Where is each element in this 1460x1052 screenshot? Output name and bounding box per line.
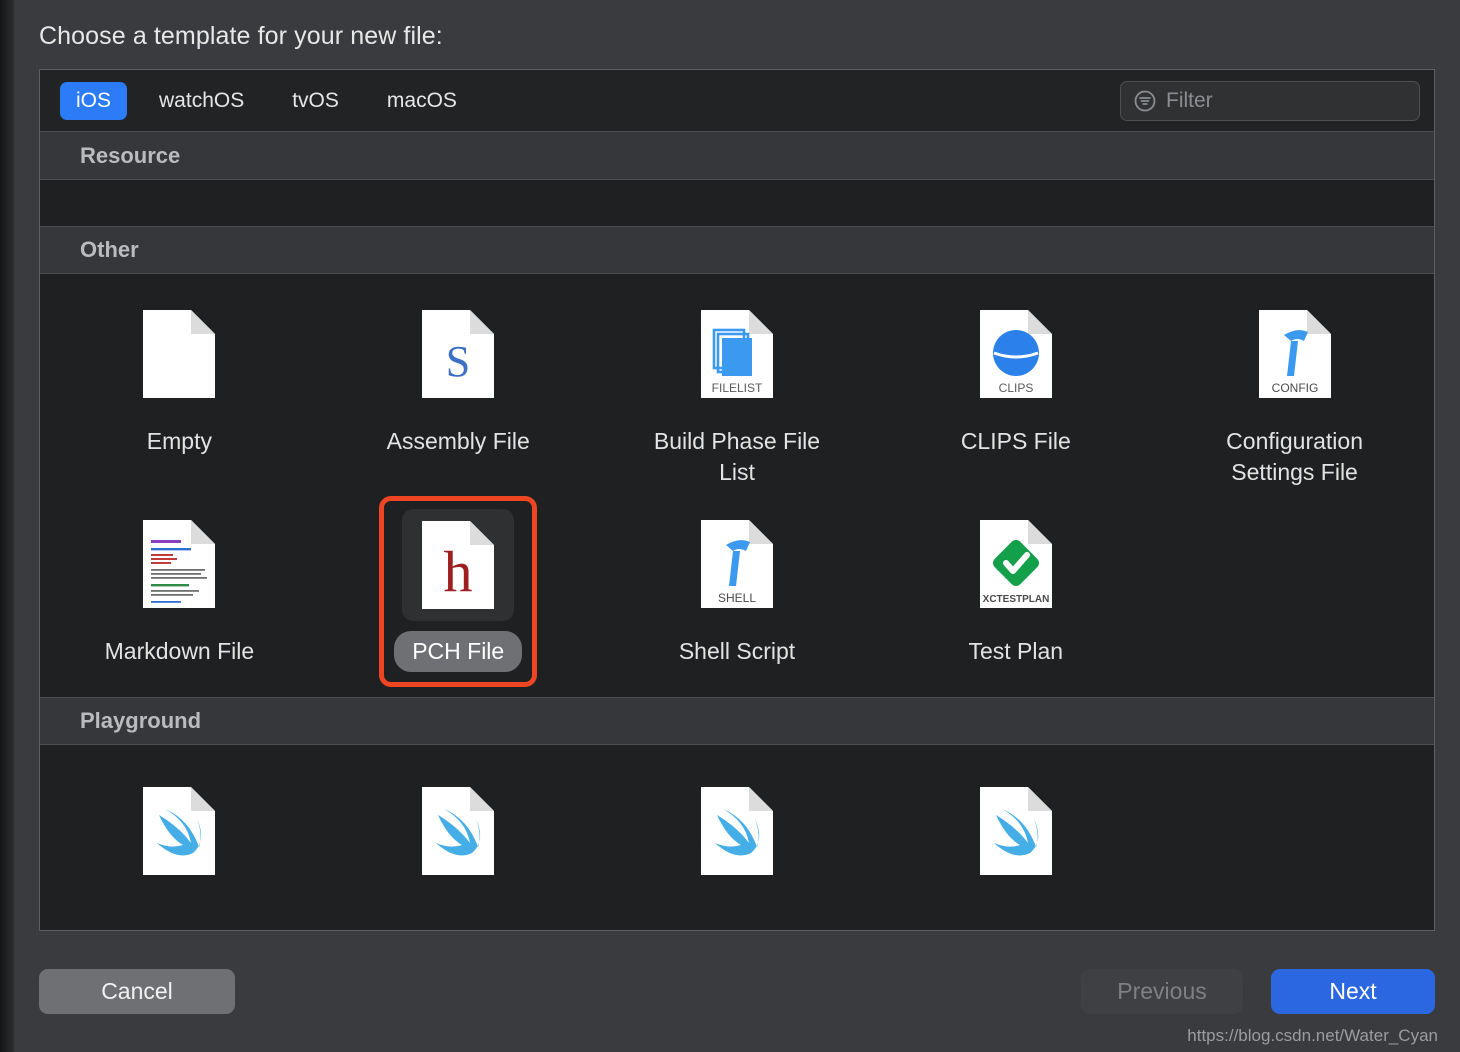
- section-header-playground: Playground: [40, 697, 1434, 746]
- swift-playground-icon: [123, 775, 235, 887]
- section-title: Resource: [80, 142, 181, 168]
- template-item-label: CLIPS File: [960, 428, 1071, 454]
- next-button[interactable]: Next: [1271, 969, 1435, 1014]
- section-resource-content: [40, 180, 1434, 226]
- platform-tab-bar: iOS watchOS tvOS macOS: [40, 70, 1434, 132]
- template-item-shell-script[interactable]: SHELL Shell Script: [598, 502, 877, 687]
- watermark-text: https://blog.csdn.net/Water_Cyan: [1187, 1026, 1438, 1045]
- svg-text:S: S: [446, 337, 470, 386]
- svg-text:CONFIG: CONFIG: [1271, 381, 1318, 395]
- template-grid-spacer: [1155, 502, 1434, 687]
- shell-document-icon: SHELL: [681, 508, 793, 620]
- cancel-button[interactable]: Cancel: [39, 969, 235, 1014]
- section-header-resource: Resource: [40, 132, 1434, 180]
- tab-tvos[interactable]: tvOS: [276, 82, 355, 120]
- template-item-assembly-file[interactable]: S Assembly File: [319, 292, 598, 502]
- svg-text:CLIPS: CLIPS: [998, 381, 1033, 395]
- template-item-label: Shell Script: [678, 638, 796, 665]
- tab-ios-label: iOS: [76, 88, 112, 112]
- template-item-clips-file[interactable]: CLIPS CLIPS File: [876, 292, 1155, 502]
- footer-right-buttons: Previous Next: [1081, 969, 1435, 1014]
- template-panel: iOS watchOS tvOS macOS Filter Resource O…: [39, 69, 1435, 931]
- dialog-footer: Cancel Previous Next https://blog.csdn.n…: [14, 931, 1460, 1052]
- template-item-empty[interactable]: Empty: [40, 292, 319, 502]
- template-list-scroll[interactable]: Resource Other Empty S Assembly File FIL…: [40, 132, 1434, 930]
- template-item-label: PCH File: [394, 631, 523, 673]
- svg-text:FILELIST: FILELIST: [712, 381, 763, 395]
- section-title: Playground: [80, 708, 202, 734]
- template-item-playground-1[interactable]: [40, 769, 319, 917]
- tab-watchos-label: watchOS: [159, 88, 245, 112]
- template-item-label: Test Plan: [968, 638, 1064, 665]
- tab-tvos-label: tvOS: [292, 88, 339, 112]
- tab-macos-label: macOS: [386, 88, 457, 112]
- tab-watchos[interactable]: watchOS: [143, 82, 260, 120]
- window-left-edge: [0, 0, 14, 1052]
- swift-playground-icon: [681, 775, 793, 887]
- testplan-document-icon: XCTESTPLAN: [960, 508, 1072, 620]
- filelist-document-icon: FILELIST: [681, 298, 793, 410]
- filter-field-wrapper[interactable]: [1120, 81, 1420, 121]
- filter-icon: [1133, 89, 1157, 113]
- template-item-label: Configuration Settings File: [1226, 428, 1363, 486]
- markdown-document-icon: [123, 508, 235, 620]
- filter-input[interactable]: [1166, 89, 1406, 113]
- template-item-playground-4[interactable]: [876, 769, 1155, 917]
- blank-document-icon: [123, 298, 235, 410]
- template-item-playground-2[interactable]: [319, 769, 598, 917]
- template-item-configuration-settings-file[interactable]: CONFIG Configuration Settings File: [1155, 292, 1434, 502]
- previous-button[interactable]: Previous: [1081, 969, 1243, 1014]
- template-item-test-plan[interactable]: XCTESTPLAN Test Plan: [876, 502, 1155, 687]
- pch-document-icon: h: [402, 509, 515, 622]
- svg-text:XCTESTPLAN: XCTESTPLAN: [982, 594, 1049, 605]
- assembly-document-icon: S: [402, 298, 514, 410]
- config-document-icon: CONFIG: [1239, 298, 1351, 410]
- section-title: Other: [80, 237, 139, 262]
- clips-document-icon: CLIPS: [960, 298, 1072, 410]
- svg-text:SHELL: SHELL: [718, 591, 756, 605]
- template-grid-other: Empty S Assembly File FILELIST Build Pha…: [40, 274, 1434, 698]
- template-item-label: Assembly File: [386, 428, 530, 454]
- swift-playground-icon: [960, 775, 1072, 887]
- template-item-build-phase-file-list[interactable]: FILELIST Build Phase File List: [598, 292, 877, 502]
- tab-macos[interactable]: macOS: [371, 82, 473, 120]
- tab-ios[interactable]: iOS: [60, 81, 128, 120]
- svg-text:h: h: [444, 539, 473, 604]
- template-item-pch-file[interactable]: h PCH File: [379, 496, 538, 688]
- swift-playground-icon: [402, 775, 514, 887]
- page-title: Choose a template for your new file:: [39, 22, 443, 50]
- template-item-label: Empty: [146, 428, 212, 454]
- template-grid-playground: [40, 745, 1434, 930]
- template-item-playground-3[interactable]: [598, 769, 877, 917]
- template-item-label: Build Phase File List: [653, 428, 821, 486]
- template-item-label: Markdown File: [104, 638, 255, 665]
- template-chooser-dialog: Choose a template for your new file: iOS…: [14, 0, 1460, 1052]
- template-item-markdown-file[interactable]: Markdown File: [40, 502, 319, 687]
- template-grid-spacer: [1155, 769, 1434, 917]
- section-header-other: Other: [40, 226, 1434, 274]
